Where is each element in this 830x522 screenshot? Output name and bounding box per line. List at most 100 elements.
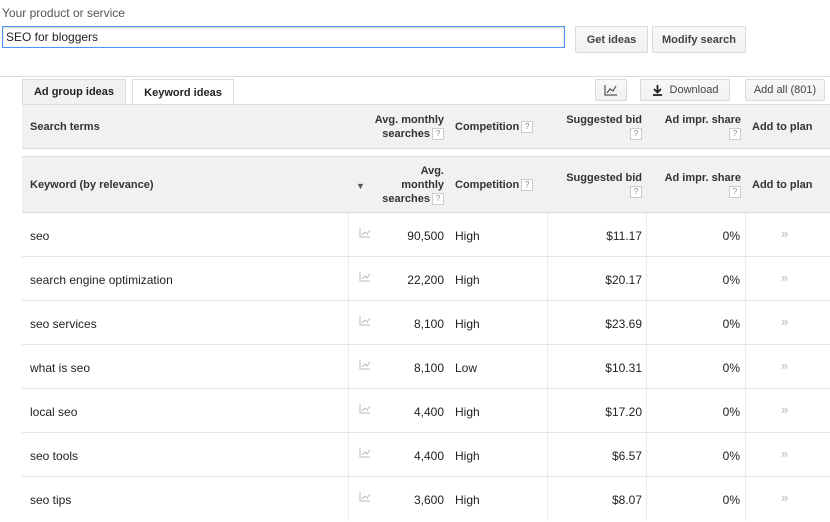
help-icon[interactable]: ? xyxy=(729,128,741,141)
competition-cell: High xyxy=(455,273,480,287)
keyword-cell: search engine optimization xyxy=(30,273,173,287)
help-icon[interactable]: ? xyxy=(432,128,444,141)
share-cell: 0% xyxy=(722,317,740,331)
searches-cell: 8,100 xyxy=(413,317,444,331)
bid-cell: $23.69 xyxy=(605,317,642,331)
competition-col: Competition? xyxy=(455,120,534,134)
add-to-plan-chevron-icon[interactable]: » xyxy=(781,490,788,505)
keyword-header: Keyword (by relevance) ▼ Avg. monthly se… xyxy=(22,156,830,213)
add-to-plan-chevron-icon[interactable]: » xyxy=(781,270,788,285)
trend-chart-icon[interactable] xyxy=(359,447,371,461)
searches-cell: 3,600 xyxy=(413,493,444,507)
ad-impr-label: Ad impr. share xyxy=(664,114,741,126)
help-icon[interactable]: ? xyxy=(630,128,642,141)
download-button[interactable]: Download xyxy=(640,79,730,101)
searches-cell: 90,500 xyxy=(407,229,444,243)
share-cell: 0% xyxy=(722,273,740,287)
get-ideas-button[interactable]: Get ideas xyxy=(575,26,648,53)
tab-label: Ad group ideas xyxy=(33,86,115,98)
competition-cell: High xyxy=(455,317,480,331)
keyword-cell: seo xyxy=(30,229,50,243)
keyword-cell: local seo xyxy=(30,405,78,419)
avg-line2: searches xyxy=(382,128,430,140)
help-icon[interactable]: ? xyxy=(729,186,741,199)
table-row: search engine optimization 22,200 High $… xyxy=(22,257,830,301)
download-label: Download xyxy=(669,84,719,96)
add-to-plan-chevron-icon[interactable]: » xyxy=(781,402,788,417)
trend-chart-icon[interactable] xyxy=(359,315,371,329)
suggested-bid-col[interactable]: Suggested bid ? xyxy=(552,171,642,199)
table-row: what is seo 8,100 Low $10.31 0% » xyxy=(22,345,830,389)
avg-line1: Avg. monthly xyxy=(374,114,444,126)
help-icon[interactable]: ? xyxy=(521,121,534,134)
avg-line1: Avg. xyxy=(420,165,444,177)
trend-chart-icon[interactable] xyxy=(359,271,371,285)
add-to-plan-col: Add to plan xyxy=(752,179,813,191)
tab-keyword-ideas[interactable]: Keyword ideas xyxy=(132,79,234,105)
share-cell: 0% xyxy=(722,229,740,243)
competition-cell: Low xyxy=(455,361,478,375)
suggested-bid-col: Suggested bid ? xyxy=(552,113,642,141)
search-terms-col: Search terms xyxy=(30,121,100,133)
ad-impr-label: Ad impr. share xyxy=(664,172,741,184)
bid-cell: $8.07 xyxy=(611,493,642,507)
avg-monthly-col[interactable]: Avg. monthly searches? xyxy=(372,164,444,206)
ad-impr-col[interactable]: Ad impr. share ? xyxy=(652,171,741,199)
help-icon[interactable]: ? xyxy=(630,186,642,199)
bid-cell: $20.17 xyxy=(605,273,642,287)
product-label: Your product or service xyxy=(2,6,125,20)
competition-col[interactable]: Competition? xyxy=(455,178,534,192)
trend-chart-icon[interactable] xyxy=(359,403,371,417)
tab-ad-group-ideas[interactable]: Ad group ideas xyxy=(22,79,126,104)
share-cell: 0% xyxy=(722,449,740,463)
tab-label: Keyword ideas xyxy=(144,86,222,99)
searches-cell: 8,100 xyxy=(413,361,444,375)
chart-toggle-button[interactable] xyxy=(595,79,627,101)
download-icon xyxy=(652,85,662,96)
help-icon[interactable]: ? xyxy=(432,193,444,206)
search-terms-header: Search terms Avg. monthly searches? Comp… xyxy=(22,105,830,149)
suggested-bid-label: Suggested bid xyxy=(566,172,642,184)
table-row: seo tips 3,600 High $8.07 0% » xyxy=(22,477,830,521)
table-row: local seo 4,400 High $17.20 0% » xyxy=(22,389,830,433)
trend-chart-icon[interactable] xyxy=(359,491,371,505)
add-to-plan-chevron-icon[interactable]: » xyxy=(781,446,788,461)
competition-cell: High xyxy=(455,405,480,419)
product-search-input[interactable] xyxy=(2,26,565,48)
suggested-bid-label: Suggested bid xyxy=(566,114,642,126)
ad-impr-col: Ad impr. share ? xyxy=(652,113,741,141)
searches-cell: 4,400 xyxy=(413,405,444,419)
add-to-plan-chevron-icon[interactable]: » xyxy=(781,226,788,241)
competition-label: Competition xyxy=(455,121,520,133)
avg-line3: searches xyxy=(382,193,430,205)
bid-cell: $11.17 xyxy=(606,229,642,243)
bid-cell: $17.20 xyxy=(605,405,642,419)
sort-down-icon[interactable]: ▼ xyxy=(356,179,365,193)
competition-label: Competition xyxy=(455,179,520,191)
modify-search-button[interactable]: Modify search xyxy=(652,26,746,53)
competition-cell: High xyxy=(455,229,480,243)
share-cell: 0% xyxy=(722,493,740,507)
avg-line2: monthly xyxy=(401,179,444,191)
panel-divider xyxy=(0,76,830,77)
searches-cell: 22,200 xyxy=(407,273,444,287)
competition-cell: High xyxy=(455,449,480,463)
help-icon[interactable]: ? xyxy=(521,179,534,192)
trend-chart-icon[interactable] xyxy=(359,359,371,373)
keyword-cell: what is seo xyxy=(30,361,91,375)
bid-cell: $10.31 xyxy=(605,361,642,375)
keyword-cell: seo tips xyxy=(30,493,72,507)
table-row: seo 90,500 High $11.17 0% » xyxy=(22,213,830,257)
add-all-button[interactable]: Add all (801) xyxy=(745,79,825,101)
keyword-cell: seo tools xyxy=(30,449,79,463)
add-to-plan-col: Add to plan xyxy=(752,121,813,133)
add-to-plan-chevron-icon[interactable]: » xyxy=(781,358,788,373)
competition-cell: High xyxy=(455,493,480,507)
share-cell: 0% xyxy=(722,405,740,419)
bid-cell: $6.57 xyxy=(611,449,642,463)
table-row: seo tools 4,400 High $6.57 0% » xyxy=(22,433,830,477)
keyword-col[interactable]: Keyword (by relevance) xyxy=(30,178,154,192)
table-row: seo services 8,100 High $23.69 0% » xyxy=(22,301,830,345)
add-to-plan-chevron-icon[interactable]: » xyxy=(781,314,788,329)
trend-chart-icon[interactable] xyxy=(359,227,371,241)
